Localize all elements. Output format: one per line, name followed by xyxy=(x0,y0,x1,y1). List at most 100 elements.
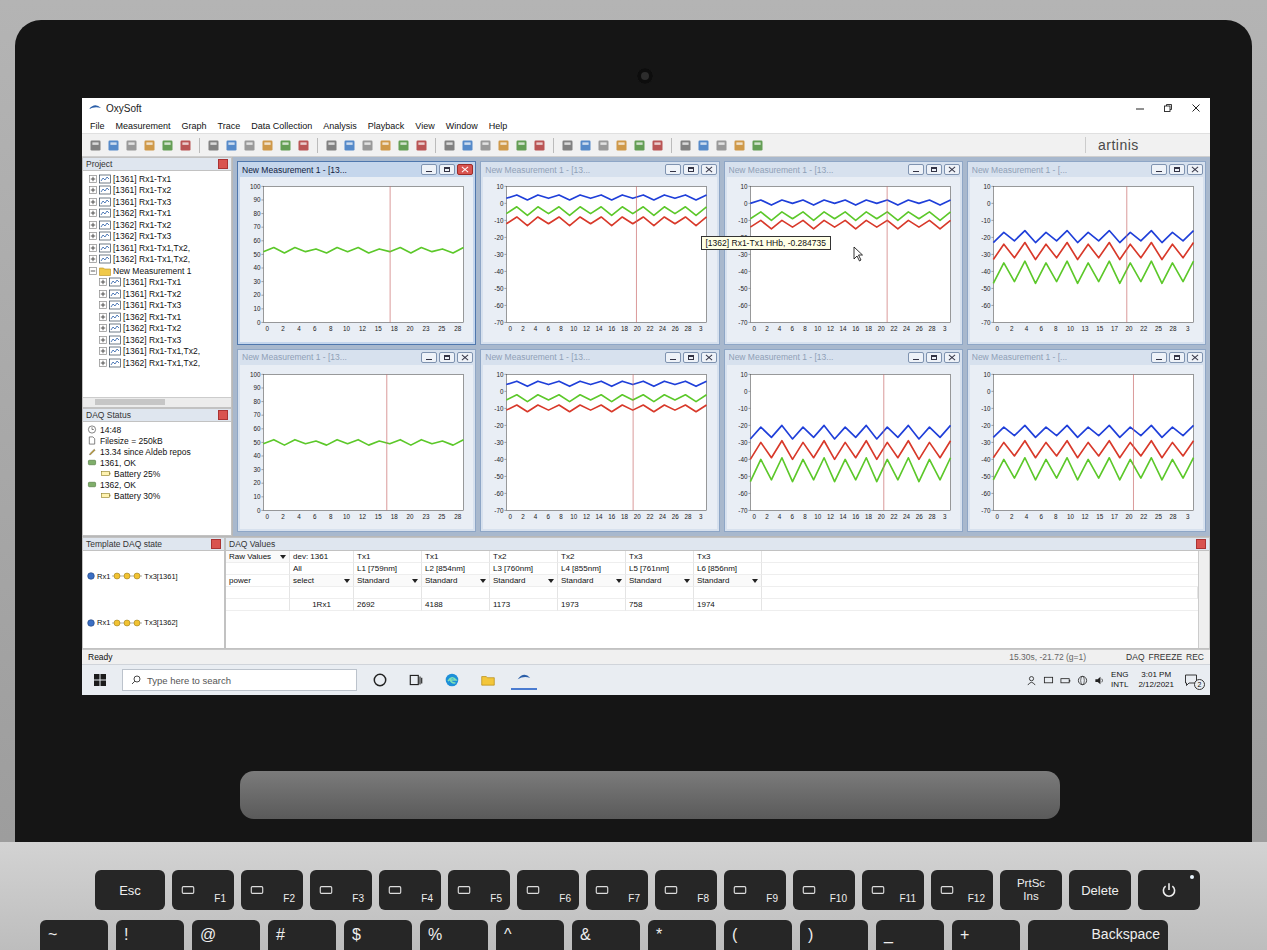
menu-item[interactable]: Trace xyxy=(218,121,241,131)
keyboard-key[interactable]: & xyxy=(572,920,640,950)
tree-item[interactable]: [1362] Rx1-Tx3 xyxy=(89,231,231,243)
toolbar-button-icon[interactable] xyxy=(360,138,375,153)
close-icon[interactable] xyxy=(218,410,228,420)
chart-window[interactable]: New Measurement 1 - [13...10090807060504… xyxy=(237,349,476,533)
people-icon[interactable] xyxy=(1026,675,1037,686)
keyboard-key[interactable]: F2 xyxy=(241,870,303,910)
toolbar-button-icon[interactable] xyxy=(750,138,765,153)
power-setting-dropdown[interactable]: Standard xyxy=(354,575,422,587)
toolbar-button-icon[interactable] xyxy=(614,138,629,153)
maximize-icon[interactable] xyxy=(683,352,699,363)
chart-window-title[interactable]: New Measurement 1 - [13... xyxy=(727,162,960,177)
close-icon[interactable] xyxy=(457,164,473,175)
minimize-icon[interactable] xyxy=(421,164,437,175)
time-cursor[interactable] xyxy=(1133,374,1134,510)
file-explorer-icon[interactable] xyxy=(475,672,501,688)
expand-icon[interactable] xyxy=(89,244,97,252)
minimize-icon[interactable] xyxy=(421,352,437,363)
toolbar-button-icon[interactable] xyxy=(278,138,293,153)
keyboard-key[interactable]: % xyxy=(420,920,488,950)
tree-item[interactable]: [1361] Rx1-Tx1,Tx2, xyxy=(89,242,231,254)
chart-window[interactable]: New Measurement 1 - [...100-10-20-30-40-… xyxy=(967,161,1206,345)
keyboard-key[interactable]: F9 xyxy=(724,870,786,910)
task-view-icon[interactable] xyxy=(403,672,429,688)
chart-window[interactable]: New Measurement 1 - [13...100-10-20-30-4… xyxy=(480,349,719,533)
horizontal-scrollbar[interactable] xyxy=(83,397,231,407)
maximize-icon[interactable] xyxy=(1169,164,1185,175)
keyboard-key[interactable]: ~ xyxy=(40,920,108,950)
toolbar-button-icon[interactable] xyxy=(242,138,257,153)
menu-item[interactable]: Graph xyxy=(182,121,207,131)
time-cursor[interactable] xyxy=(1126,186,1127,322)
tree-item[interactable]: [1361] Rx1-Tx1,Tx2, xyxy=(89,346,231,358)
maximize-icon[interactable] xyxy=(926,164,942,175)
chart-window[interactable]: New Measurement 1 - [13...10090807060504… xyxy=(237,161,476,345)
chart-window[interactable]: New Measurement 1 - [...100-10-20-30-40-… xyxy=(967,349,1206,533)
expand-icon[interactable] xyxy=(89,175,97,183)
close-icon[interactable] xyxy=(1187,164,1203,175)
expand-icon[interactable] xyxy=(89,221,97,229)
chart-window-title[interactable]: New Measurement 1 - [13... xyxy=(727,350,960,365)
input-language[interactable]: ENGINTL xyxy=(1111,670,1128,690)
close-icon[interactable] xyxy=(457,352,473,363)
tree-item[interactable]: [1362] Rx1-Tx1 xyxy=(89,208,231,220)
menu-item[interactable]: Playback xyxy=(368,121,405,131)
keyboard-key[interactable]: F7 xyxy=(586,870,648,910)
keyboard-key[interactable]: _ xyxy=(876,920,944,950)
keyboard-key[interactable]: # xyxy=(268,920,336,950)
minimize-icon[interactable] xyxy=(908,164,924,175)
keyboard-key[interactable]: F6 xyxy=(517,870,579,910)
power-setting-dropdown[interactable]: Standard xyxy=(490,575,558,587)
menu-item[interactable]: Measurement xyxy=(116,121,171,131)
expand-icon[interactable] xyxy=(99,347,107,355)
time-cursor[interactable] xyxy=(390,186,391,322)
toolbar-button-icon[interactable] xyxy=(532,138,547,153)
toolbar-button-icon[interactable] xyxy=(142,138,157,153)
chart-window-title[interactable]: New Measurement 1 - [... xyxy=(970,162,1203,177)
toolbar-button-icon[interactable] xyxy=(460,138,475,153)
toolbar-button-icon[interactable] xyxy=(496,138,511,153)
tree-item[interactable]: [1361] Rx1-Tx3 xyxy=(89,196,231,208)
toolbar-button-icon[interactable] xyxy=(324,138,339,153)
keyboard-key[interactable]: Backspace xyxy=(1028,920,1168,950)
mode-dropdown[interactable]: Raw Values xyxy=(226,551,290,563)
tree-item[interactable]: [1362] Rx1-Tx1 xyxy=(89,311,231,323)
minimize-icon[interactable] xyxy=(665,352,681,363)
keyboard-key[interactable]: F11 xyxy=(862,870,924,910)
toolbar-button-icon[interactable] xyxy=(514,138,529,153)
toolbar-button-icon[interactable] xyxy=(106,138,121,153)
toolbar-button-icon[interactable] xyxy=(206,138,221,153)
volume-icon[interactable] xyxy=(1094,675,1105,686)
expand-icon[interactable] xyxy=(89,255,97,263)
template-device[interactable]: Rx1Tx3[1361] xyxy=(87,572,220,581)
menu-item[interactable]: Window xyxy=(446,121,478,131)
keyboard-key[interactable] xyxy=(1138,870,1200,910)
chart-window-title[interactable]: New Measurement 1 - [13... xyxy=(483,350,716,365)
toolbar-button-icon[interactable] xyxy=(714,138,729,153)
battery-icon[interactable] xyxy=(1060,675,1071,686)
power-setting-dropdown[interactable]: Standard xyxy=(558,575,626,587)
menu-item[interactable]: Help xyxy=(489,121,508,131)
menu-item[interactable]: File xyxy=(90,121,105,131)
close-icon[interactable] xyxy=(218,159,228,169)
tree-item[interactable]: [1361] Rx1-Tx1 xyxy=(89,173,231,185)
toolbar-button-icon[interactable] xyxy=(442,138,457,153)
taskbar-clock[interactable]: 3:01 PM2/12/2021 xyxy=(1134,670,1178,690)
toolbar-button-icon[interactable] xyxy=(414,138,429,153)
vertical-scrollbar[interactable] xyxy=(1198,551,1209,648)
expand-icon[interactable] xyxy=(99,278,107,286)
close-icon[interactable] xyxy=(1182,98,1210,118)
notification-button[interactable]: 2 xyxy=(1184,671,1202,689)
maximize-icon[interactable] xyxy=(1169,352,1185,363)
close-icon[interactable] xyxy=(211,539,221,549)
close-icon[interactable] xyxy=(1187,352,1203,363)
keyboard-key[interactable]: ! xyxy=(116,920,184,950)
toolbar-button-icon[interactable] xyxy=(260,138,275,153)
restore-icon[interactable] xyxy=(1154,98,1182,118)
display-icon[interactable] xyxy=(1043,675,1054,686)
minimize-icon[interactable] xyxy=(665,164,681,175)
tree-item[interactable]: New Measurement 1 xyxy=(89,265,231,277)
time-cursor[interactable] xyxy=(886,186,887,322)
tree-item[interactable]: [1362] Rx1-Tx3 xyxy=(89,334,231,346)
power-setting-dropdown[interactable]: Standard xyxy=(422,575,490,587)
